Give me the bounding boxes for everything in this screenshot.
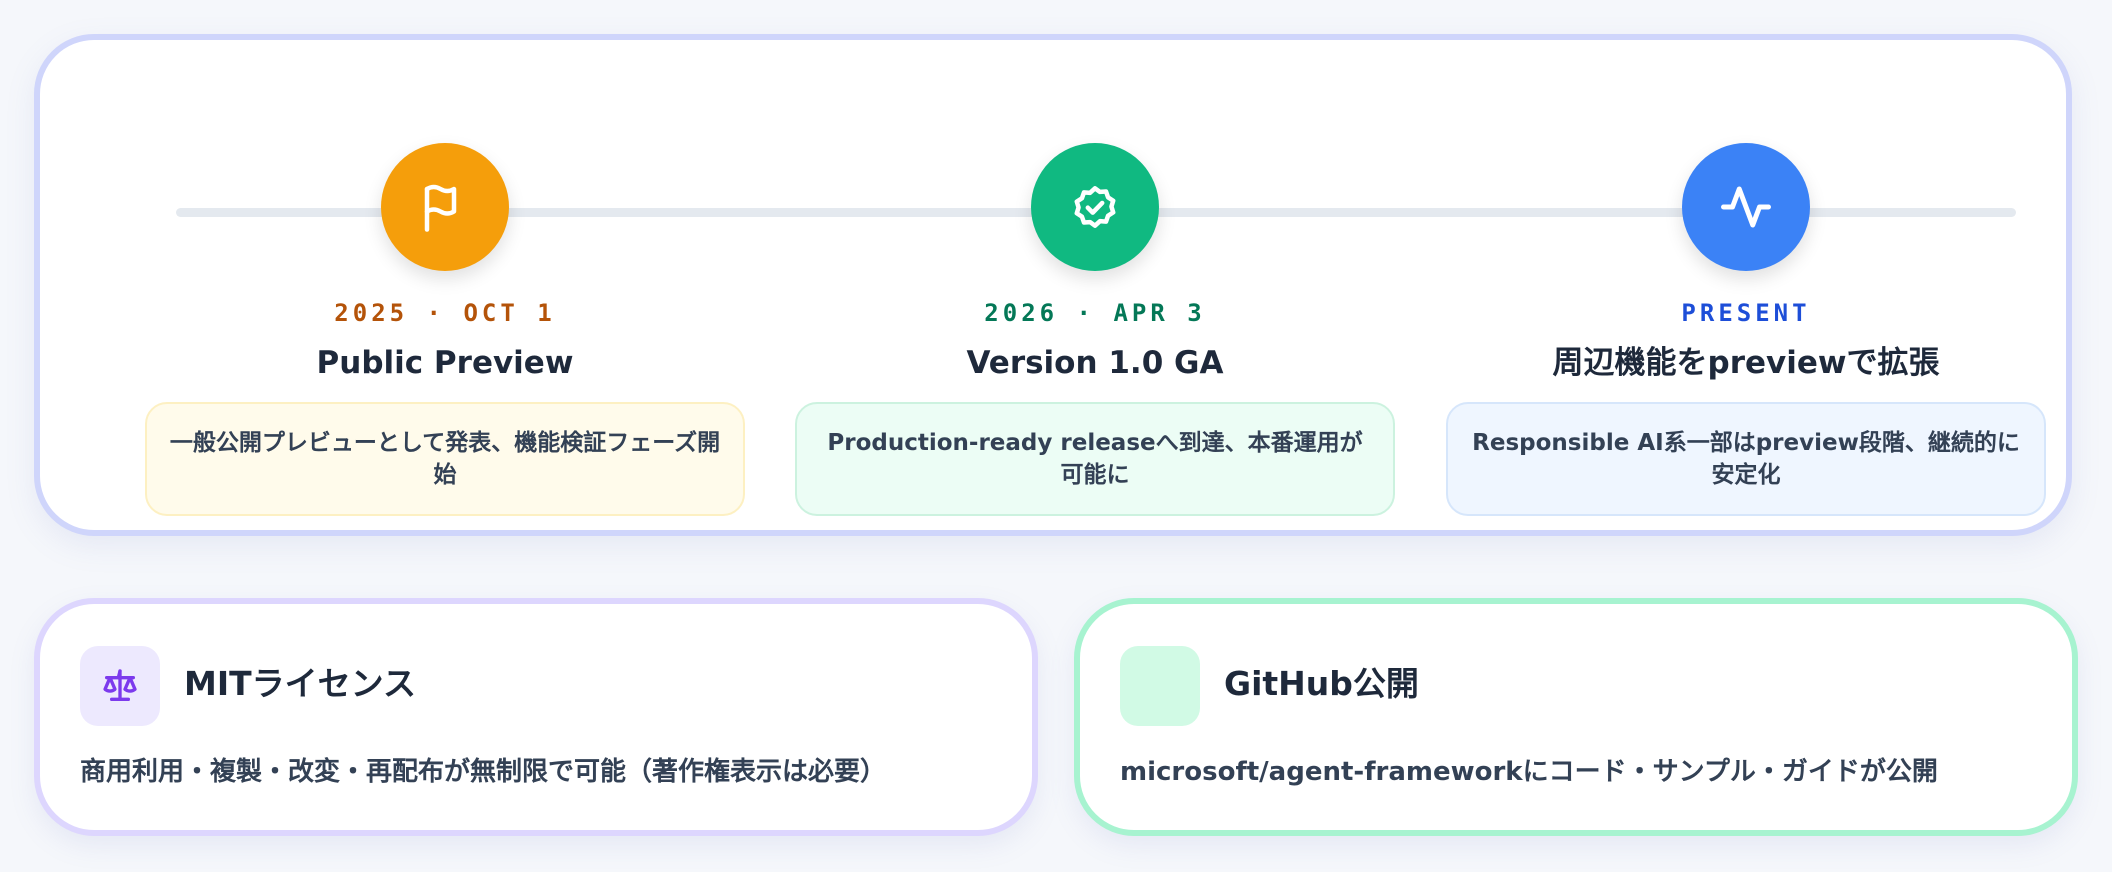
card-title: MITライセンス — [184, 664, 416, 703]
milestone-present: PRESENT 周辺機能をpreviewで拡張 Responsible AI系一… — [1444, 143, 2048, 516]
milestone-description: Responsible AI系一部はpreview段階、継続的に安定化 — [1446, 402, 2046, 516]
milestone-public-preview: 2025 · OCT 1 Public Preview 一般公開プレビューとして… — [143, 143, 747, 516]
milestone-title: Public Preview — [316, 345, 574, 381]
flag-icon — [381, 143, 509, 271]
milestone-date: 2026 · APR 3 — [984, 299, 1206, 327]
milestone-title: 周辺機能をpreviewで拡張 — [1552, 345, 1940, 381]
license-card: MITライセンス 商用利用・複製・改変・再配布が無制限で可能（著作権表示は必要） — [34, 598, 1038, 836]
scale-icon — [80, 646, 160, 726]
github-icon — [1120, 646, 1200, 726]
milestone-title: Version 1.0 GA — [966, 345, 1224, 381]
milestone-date: 2025 · OCT 1 — [334, 299, 556, 327]
badge-check-icon — [1031, 143, 1159, 271]
milestone-date: PRESENT — [1681, 299, 1811, 327]
github-card: GitHub公開 microsoft/agent-frameworkにコード・サ… — [1074, 598, 2078, 836]
timeline-card: 2025 · OCT 1 Public Preview 一般公開プレビューとして… — [34, 34, 2072, 536]
activity-icon — [1682, 143, 1810, 271]
card-title: GitHub公開 — [1224, 664, 1419, 703]
milestone-version-ga: 2026 · APR 3 Version 1.0 GA Production-r… — [793, 143, 1397, 516]
milestone-description: 一般公開プレビューとして発表、機能検証フェーズ開始 — [145, 402, 745, 516]
card-body: microsoft/agent-frameworkにコード・サンプル・ガイドが公… — [1120, 757, 1938, 787]
milestone-description: Production-ready releaseへ到達、本番運用が可能に — [795, 402, 1395, 516]
card-body: 商用利用・複製・改変・再配布が無制限で可能（著作権表示は必要） — [80, 757, 887, 787]
